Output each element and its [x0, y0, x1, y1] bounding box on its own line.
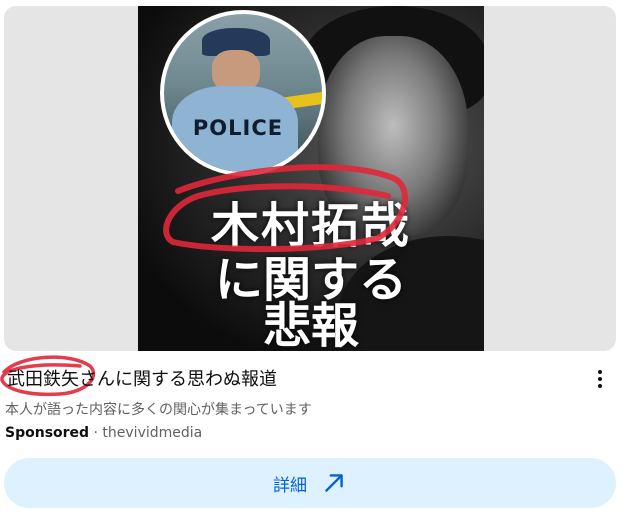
overlay-text-line2: に関する — [214, 252, 407, 308]
sponsored-label: Sponsored — [5, 425, 90, 441]
more-dot — [598, 370, 602, 374]
ad-description: 本人が語った内容に多くの関心が集まっています — [5, 402, 312, 418]
ad-thumbnail-container[interactable]: POLICE 木村拓哉 に関する 悲報 — [4, 6, 616, 351]
ad-title[interactable]: 武田鉄矢さんに関する思わぬ報道 — [7, 365, 277, 391]
cta-label: 詳細 — [273, 475, 307, 496]
police-badge-text: POLICE — [192, 116, 284, 140]
overlay-text-line3: 悲報 — [262, 298, 359, 351]
ad-meta: Sponsored · thevividmedia — [5, 425, 202, 441]
police-inset-image: POLICE — [160, 10, 326, 176]
more-vert-icon[interactable] — [588, 364, 612, 394]
more-dot — [598, 377, 602, 381]
meta-separator: · — [93, 425, 98, 441]
advertiser-name[interactable]: thevividmedia — [102, 425, 202, 441]
more-dot — [598, 384, 602, 388]
ad-thumbnail-image[interactable]: POLICE 木村拓哉 に関する 悲報 — [138, 6, 484, 351]
cta-button[interactable]: 詳細 — [4, 458, 616, 508]
arrow-up-right-icon — [325, 474, 343, 492]
overlay-text-line1: 木村拓哉 — [210, 198, 411, 254]
